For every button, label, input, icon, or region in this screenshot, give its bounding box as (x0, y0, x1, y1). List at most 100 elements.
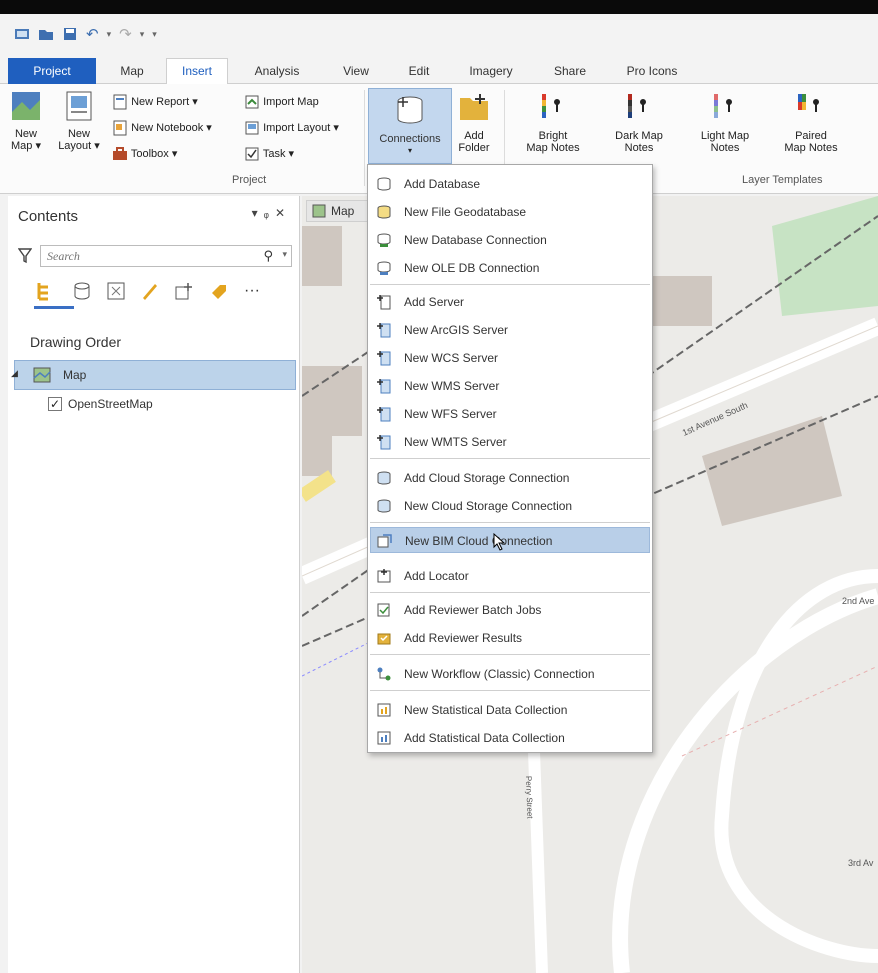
contents-pane: Contents ▾ᵩ✕ ⚲ ▾ ··· Drawing Order ◢ Map… (8, 196, 300, 973)
tab-map[interactable]: Map (104, 60, 160, 84)
basemap-layer-label: OpenStreetMap (68, 397, 153, 411)
map-layer-row[interactable]: ◢ Map (11, 360, 296, 390)
locator-icon (377, 569, 391, 583)
new-notebook-button[interactable]: New Notebook ▾ (112, 120, 212, 136)
menu-item-add-cloud-storage-connection[interactable]: Add Cloud Storage Connection (370, 465, 650, 491)
selection-icon[interactable] (106, 281, 126, 301)
search-dropdown-icon[interactable]: ▾ (282, 249, 287, 260)
expand-icon[interactable]: ◢ (11, 368, 18, 379)
dark-map-notes-icon (628, 94, 646, 118)
more-icon[interactable]: ··· (244, 282, 260, 300)
quick-access-toolbar: ↶ ▾ ↷ ▾ ▾ (0, 14, 878, 54)
add-folder-button[interactable]: Add Folder (454, 92, 494, 154)
add-folder-label-2: Folder (458, 142, 490, 154)
new-layout-button[interactable]: New Layout ▾ (56, 90, 102, 152)
bim-cloud-icon (377, 534, 392, 548)
import-layout-button[interactable]: Import Layout ▾ (244, 120, 339, 136)
menu-item-new-wms-server[interactable]: New WMS Server (370, 373, 650, 399)
task-icon (245, 147, 259, 161)
save-project-icon[interactable] (62, 26, 78, 42)
add-server-icon (377, 295, 391, 310)
new-report-button[interactable]: New Report ▾ (112, 94, 198, 110)
menu-item-add-reviewer-batch-jobs[interactable]: Add Reviewer Batch Jobs (370, 597, 650, 623)
tab-share[interactable]: Share (540, 60, 600, 84)
new-map-icon (12, 92, 40, 120)
pane-options-icon[interactable]: ▾ (252, 206, 264, 220)
menu-item-new-ole-db-connection[interactable]: New OLE DB Connection (370, 255, 650, 281)
menu-item-new-workflow-classic-connection[interactable]: New Workflow (Classic) Connection (370, 661, 650, 687)
bright-map-notes-button[interactable]: Bright Map Notes (518, 92, 588, 154)
pin-icon[interactable]: ᵩ (264, 206, 275, 220)
database-connection-icon (397, 96, 423, 124)
import-map-button[interactable]: Import Map (244, 94, 319, 110)
redo-icon[interactable]: ↷ (119, 25, 132, 43)
filter-icon[interactable] (18, 248, 32, 264)
new-map-button[interactable]: New Map ▾ (6, 90, 46, 152)
menu-item-new-wmts-server[interactable]: New WMTS Server (370, 429, 650, 455)
light-label-2: Notes (710, 142, 740, 154)
menu-item-new-cloud-storage-connection[interactable]: New Cloud Storage Connection (370, 493, 650, 519)
data-source-icon[interactable] (72, 281, 92, 301)
tab-imagery[interactable]: Imagery (454, 60, 528, 84)
light-map-notes-icon (714, 94, 732, 118)
paired-map-notes-icon (798, 94, 819, 112)
paired-label-2: Map Notes (784, 142, 838, 154)
editing-icon[interactable] (140, 281, 160, 301)
drawing-order-icon[interactable] (36, 281, 58, 301)
menu-item-new-statistical-data-collection[interactable]: New Statistical Data Collection (370, 697, 650, 723)
search-box[interactable]: ⚲ ▾ (40, 245, 292, 267)
tab-edit[interactable]: Edit (394, 60, 444, 84)
new-project-icon[interactable] (14, 26, 30, 42)
project-group-label: Project (232, 174, 267, 186)
tab-insert[interactable]: Insert (166, 58, 228, 85)
menu-item-add-server[interactable]: Add Server (370, 289, 650, 315)
folder-add-icon (460, 94, 488, 120)
open-project-icon[interactable] (38, 26, 54, 42)
menu-item-new-wcs-server[interactable]: New WCS Server (370, 345, 650, 371)
dark-map-notes-button[interactable]: Dark Map Notes (604, 92, 674, 154)
search-icon[interactable]: ⚲ (263, 248, 273, 264)
labeling-icon[interactable] (208, 281, 230, 301)
menu-item-add-locator[interactable]: Add Locator (370, 563, 650, 589)
dark-label: Dark Map (615, 130, 663, 142)
paired-map-notes-button[interactable]: Paired Map Notes (776, 92, 846, 154)
new-map-label-2: Map ▾ (11, 140, 41, 152)
search-input[interactable] (41, 246, 251, 266)
basemap-visibility-checkbox[interactable]: ✓ (48, 397, 62, 411)
new-layout-label: New (67, 128, 90, 140)
map-view-tab[interactable]: Map (306, 200, 368, 222)
wms-server-icon (377, 379, 391, 394)
undo-dropdown-icon[interactable]: ▾ (107, 29, 112, 40)
menu-item-add-database[interactable]: Add Database (370, 171, 650, 197)
tab-analysis[interactable]: Analysis (240, 60, 314, 84)
task-button[interactable]: Task ▾ (244, 146, 294, 162)
menu-item-add-statistical-data-collection[interactable]: Add Statistical Data Collection (370, 725, 650, 751)
menu-item-new-arcgis-server[interactable]: New ArcGIS Server (370, 317, 650, 343)
undo-icon[interactable]: ↶ (86, 25, 99, 43)
import-map-icon (245, 95, 259, 109)
map-tab-icon (312, 204, 326, 218)
menu-item-new-bim-cloud-connection[interactable]: New BIM Cloud Connection (370, 527, 650, 553)
add-folder-label: Add (464, 130, 484, 142)
light-map-notes-button[interactable]: Light Map Notes (690, 92, 760, 154)
snapping-icon[interactable] (174, 281, 194, 301)
contents-title: Contents (18, 208, 79, 225)
street-label-2nd-ave: 2nd Ave (842, 596, 874, 606)
tab-view[interactable]: View (328, 60, 384, 84)
new-map-label: New (14, 128, 37, 140)
menu-item-new-wfs-server[interactable]: New WFS Server (370, 401, 650, 427)
tab-project[interactable]: Project (8, 58, 96, 84)
connections-label: Connections (379, 133, 441, 145)
menu-item-add-reviewer-results[interactable]: Add Reviewer Results (370, 625, 650, 651)
tab-pro-icons[interactable]: Pro Icons (612, 60, 692, 84)
menu-item-new-database-connection[interactable]: New Database Connection (370, 227, 650, 253)
connections-button[interactable]: Connections ▾ (368, 88, 452, 164)
new-layout-icon (66, 91, 92, 121)
close-icon[interactable]: ✕ (275, 206, 291, 220)
menu-item-new-file-geodatabase[interactable]: New File Geodatabase (370, 199, 650, 225)
customize-qat-icon[interactable]: ▾ (152, 29, 157, 40)
paired-label: Paired (795, 130, 827, 142)
redo-dropdown-icon[interactable]: ▾ (140, 29, 145, 40)
toolbox-button[interactable]: Toolbox ▾ (112, 146, 177, 162)
workflow-icon (377, 667, 391, 681)
